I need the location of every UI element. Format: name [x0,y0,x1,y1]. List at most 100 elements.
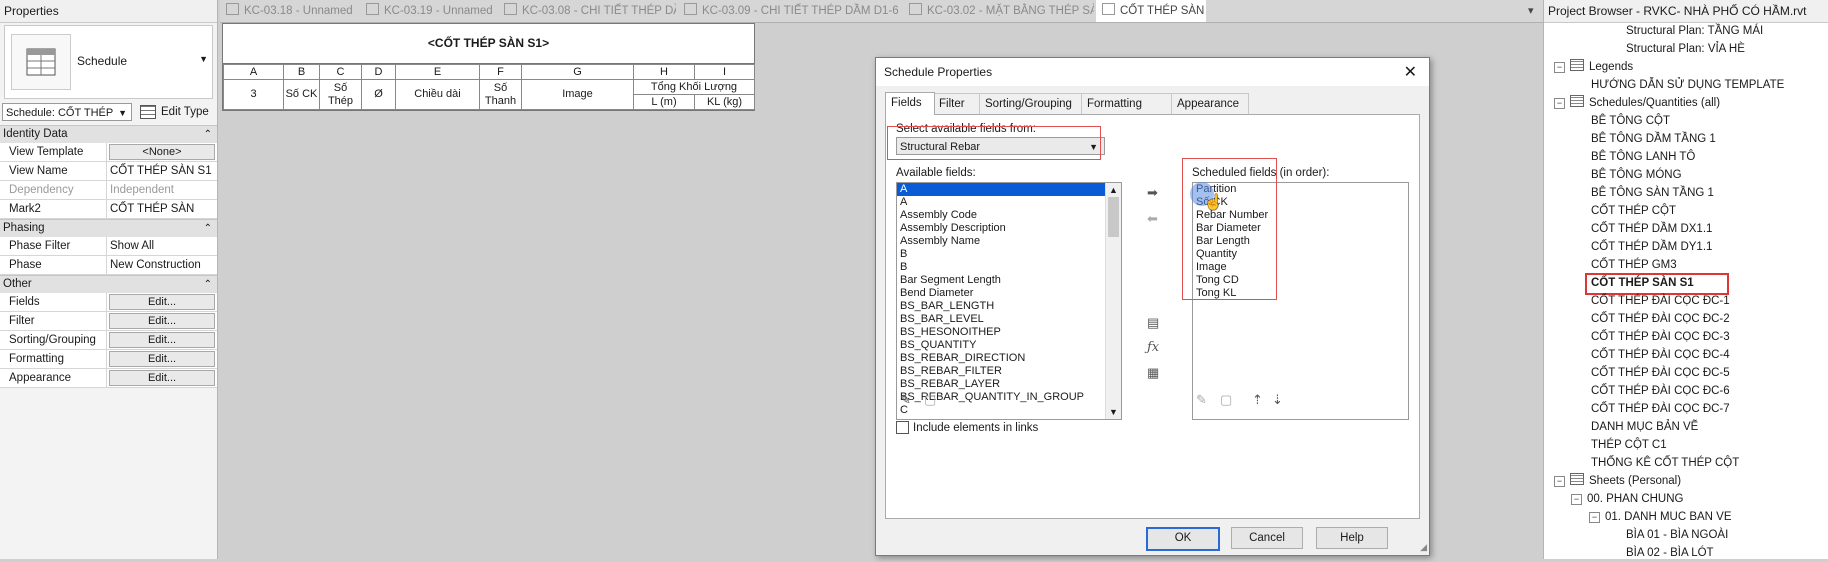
available-field-item[interactable]: B [897,261,1121,274]
column-letter[interactable]: H [633,64,695,80]
column-header[interactable]: Số Thép [319,79,362,110]
close-icon[interactable]: ✕ [1404,62,1417,82]
available-field-item[interactable]: Assembly Name [897,235,1121,248]
browser-item[interactable]: CỐT THÉP ĐÀI CỌC ĐC-1 [1591,292,1730,310]
dialog-tab[interactable]: Fields [885,92,935,115]
browser-item[interactable]: − Legends [1554,58,1633,76]
available-field-item[interactable]: BS_QUANTITY [897,339,1121,352]
cancel-button[interactable]: Cancel [1231,527,1303,549]
property-value[interactable]: Independent [107,181,217,199]
delete-scheduled-field-icon[interactable]: ▢ [1220,392,1232,408]
column-header[interactable]: Số Thanh [479,79,522,110]
column-letter[interactable]: B [283,64,320,80]
browser-item[interactable]: BÊ TÔNG LANH TÔ [1591,148,1695,166]
move-down-icon[interactable]: ⇣ [1272,392,1283,408]
available-field-item[interactable]: BS_REBAR_FILTER [897,365,1121,378]
browser-item[interactable]: CỐT THÉP ĐÀI CỌC ĐC-3 [1591,328,1730,346]
scroll-up-icon[interactable]: ▲ [1109,185,1118,195]
browser-item[interactable]: Structural Plan: VỈA HÈ [1626,40,1745,58]
browser-item[interactable]: BÌA 02 - BÌA LÓT [1626,544,1714,562]
property-edit-button[interactable]: Edit... [109,351,215,367]
dialog-tab[interactable]: Appearance [1171,93,1249,114]
available-field-item[interactable]: BS_BAR_LEVEL [897,313,1121,326]
browser-item[interactable]: CỐT THÉP ĐÀI CỌC ĐC-5 [1591,364,1730,382]
browser-item[interactable]: BÊ TÔNG DẦM TẦNG 1 [1591,130,1716,148]
available-field-item[interactable]: BS_REBAR_DIRECTION [897,352,1121,365]
browser-item[interactable]: CỐT THÉP GM3 [1591,256,1677,274]
property-group[interactable]: Phasing ⌃ [0,219,217,237]
browser-item[interactable]: BÊ TÔNG MÓNG [1591,166,1682,184]
browser-item[interactable]: CỐT THÉP ĐÀI CỌC ĐC-6 [1591,382,1730,400]
scrollbar[interactable]: ▲ ▼ [1105,183,1121,419]
add-parameter-icon[interactable]: ▤ [1147,315,1159,331]
browser-item[interactable]: − Sheets (Personal) [1554,472,1681,490]
view-tab[interactable]: KC-03.18 - Unnamed [220,0,358,22]
column-header[interactable]: Image [521,79,634,110]
collapse-icon[interactable]: ⌃ [204,220,212,237]
help-button[interactable]: Help [1316,527,1388,549]
column-subheader[interactable]: L (m) [633,94,695,110]
browser-item[interactable]: BÌA 01 - BÌA NGOÀI [1626,526,1728,544]
property-value[interactable]: New Construction [107,256,217,274]
combine-parameters-icon[interactable]: ▦ [1147,365,1159,381]
view-tab[interactable]: KC-03.19 - Unnamed [360,0,496,22]
column-header[interactable]: 3 [223,79,284,110]
property-value[interactable]: CỐT THÉP SÀN S1 [107,162,217,180]
browser-item[interactable]: THÉP CỘT C1 [1591,436,1667,454]
available-field-item[interactable]: A [897,183,1121,196]
column-letter[interactable]: G [521,64,634,80]
column-letter[interactable]: C [319,64,362,80]
calculated-value-icon[interactable]: ƒx [1147,340,1159,355]
dialog-tab[interactable]: Sorting/Grouping [979,93,1083,114]
browser-item[interactable]: Structural Plan: TẦNG MÁI [1626,22,1763,40]
checkbox-box[interactable] [896,421,909,434]
property-edit-button[interactable]: <None> [109,144,215,160]
property-edit-button[interactable]: Edit... [109,313,215,329]
property-value[interactable]: Show All [107,237,217,255]
column-letter[interactable]: F [479,64,522,80]
property-group[interactable]: Other ⌃ [0,275,217,293]
remove-field-icon[interactable]: ⬅ [1147,211,1158,227]
browser-item[interactable]: CỐT THÉP CỘT [1591,202,1676,220]
browser-item[interactable]: − Schedules/Quantities (all) [1554,94,1720,112]
column-letter[interactable]: A [223,64,284,80]
collapse-icon[interactable]: ⌃ [204,276,212,293]
available-field-item[interactable]: Bend Diameter [897,287,1121,300]
collapse-icon[interactable]: − [1554,476,1565,487]
browser-item[interactable]: BÊ TÔNG SÀN TẦNG 1 [1591,184,1714,202]
browser-item[interactable]: CỐT THÉP ĐÀI CỌC ĐC-2 [1591,310,1730,328]
view-tab[interactable]: KC-03.02 - MẶT BẰNG THÉP SÀN L... [903,0,1094,22]
browser-item[interactable]: −01. DANH MUC BAN VE [1589,508,1732,526]
available-field-item[interactable]: Bar Segment Length [897,274,1121,287]
browser-item[interactable]: CỐT THÉP ĐÀI CỌC ĐC-4 [1591,346,1730,364]
property-value[interactable]: CỐT THÉP SÀN [107,200,217,218]
edit-type-button[interactable]: Edit Type [140,105,209,119]
tab-menu-icon[interactable]: ▾ [1528,4,1534,17]
available-field-item[interactable]: Assembly Code [897,209,1121,222]
type-selector[interactable]: Schedule ▼ [4,25,213,99]
browser-item[interactable]: CỐT THÉP DẦM DY1.1 [1591,238,1712,256]
edit-scheduled-field-icon[interactable]: ✎ [1196,392,1207,408]
collapse-icon[interactable]: − [1589,512,1600,523]
edit-field-icon[interactable]: ✎ [900,392,911,408]
collapse-icon[interactable]: − [1571,494,1582,505]
column-header[interactable]: Ø [361,79,396,110]
browser-item[interactable]: HƯỚNG DẪN SỬ DỤNG TEMPLATE [1591,76,1784,94]
view-tab[interactable]: CỐT THÉP SÀN S1✕ [1096,0,1206,22]
available-field-item[interactable]: BS_HESONOITHEP [897,326,1121,339]
collapse-icon[interactable]: − [1554,62,1565,73]
column-header[interactable]: Số CK [283,79,320,110]
column-letter[interactable]: I [694,64,755,80]
include-links-checkbox[interactable]: Include elements in links [896,421,1038,434]
property-edit-button[interactable]: Edit... [109,294,215,310]
add-field-icon[interactable]: ➡ [1147,185,1158,201]
schedule-selector[interactable]: Schedule: CỐT THÉP ▼ [2,103,132,121]
move-up-icon[interactable]: ⇡ [1252,392,1263,408]
scroll-thumb[interactable] [1108,197,1119,237]
available-fields-list[interactable]: A A Assembly Code Assembly Description Assem… [896,182,1122,420]
dialog-tab[interactable]: Filter [933,93,981,114]
scroll-down-icon[interactable]: ▼ [1109,407,1118,417]
property-edit-button[interactable]: Edit... [109,332,215,348]
collapse-icon[interactable]: ⌃ [204,126,212,143]
column-letter[interactable]: E [395,64,480,80]
